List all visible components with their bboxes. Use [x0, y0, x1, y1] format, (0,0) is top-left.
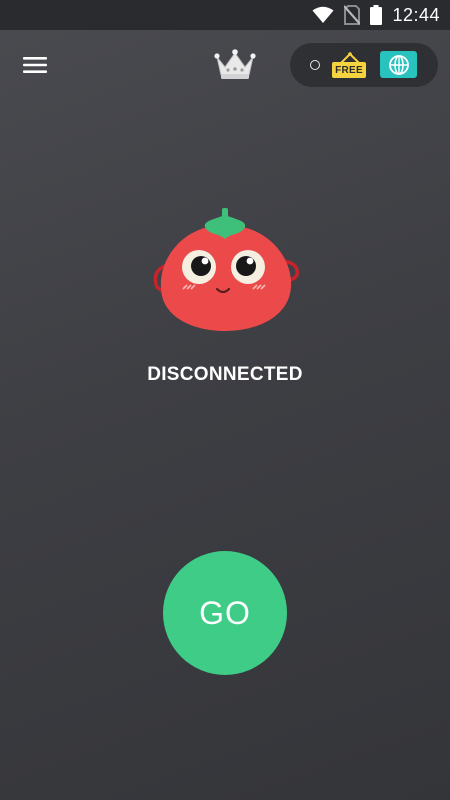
globe-button[interactable] — [380, 51, 417, 78]
connection-dot-icon — [310, 60, 320, 70]
free-badge-label: FREE — [335, 64, 363, 76]
connection-status-label: DISCONNECTED — [147, 364, 303, 385]
tomato-mascot — [145, 205, 305, 335]
battery-icon — [370, 5, 383, 25]
go-button[interactable]: GO — [163, 551, 287, 675]
app-screen: 12:44 FREE DISCONNECTED GO — [0, 0, 450, 800]
wifi-icon — [312, 6, 334, 24]
no-sim-icon — [344, 5, 361, 25]
free-badge: FREE — [332, 51, 368, 79]
free-sign: FREE — [332, 62, 366, 78]
globe-icon — [388, 54, 409, 75]
go-button-label: GO — [199, 594, 251, 631]
status-bar: 12:44 — [0, 0, 450, 30]
server-selector-pill[interactable]: FREE — [290, 43, 438, 87]
hamburger-menu-icon[interactable] — [20, 50, 50, 80]
crown-icon[interactable] — [214, 48, 256, 82]
status-time: 12:44 — [392, 4, 440, 25]
status-icons: 12:44 — [312, 0, 440, 30]
